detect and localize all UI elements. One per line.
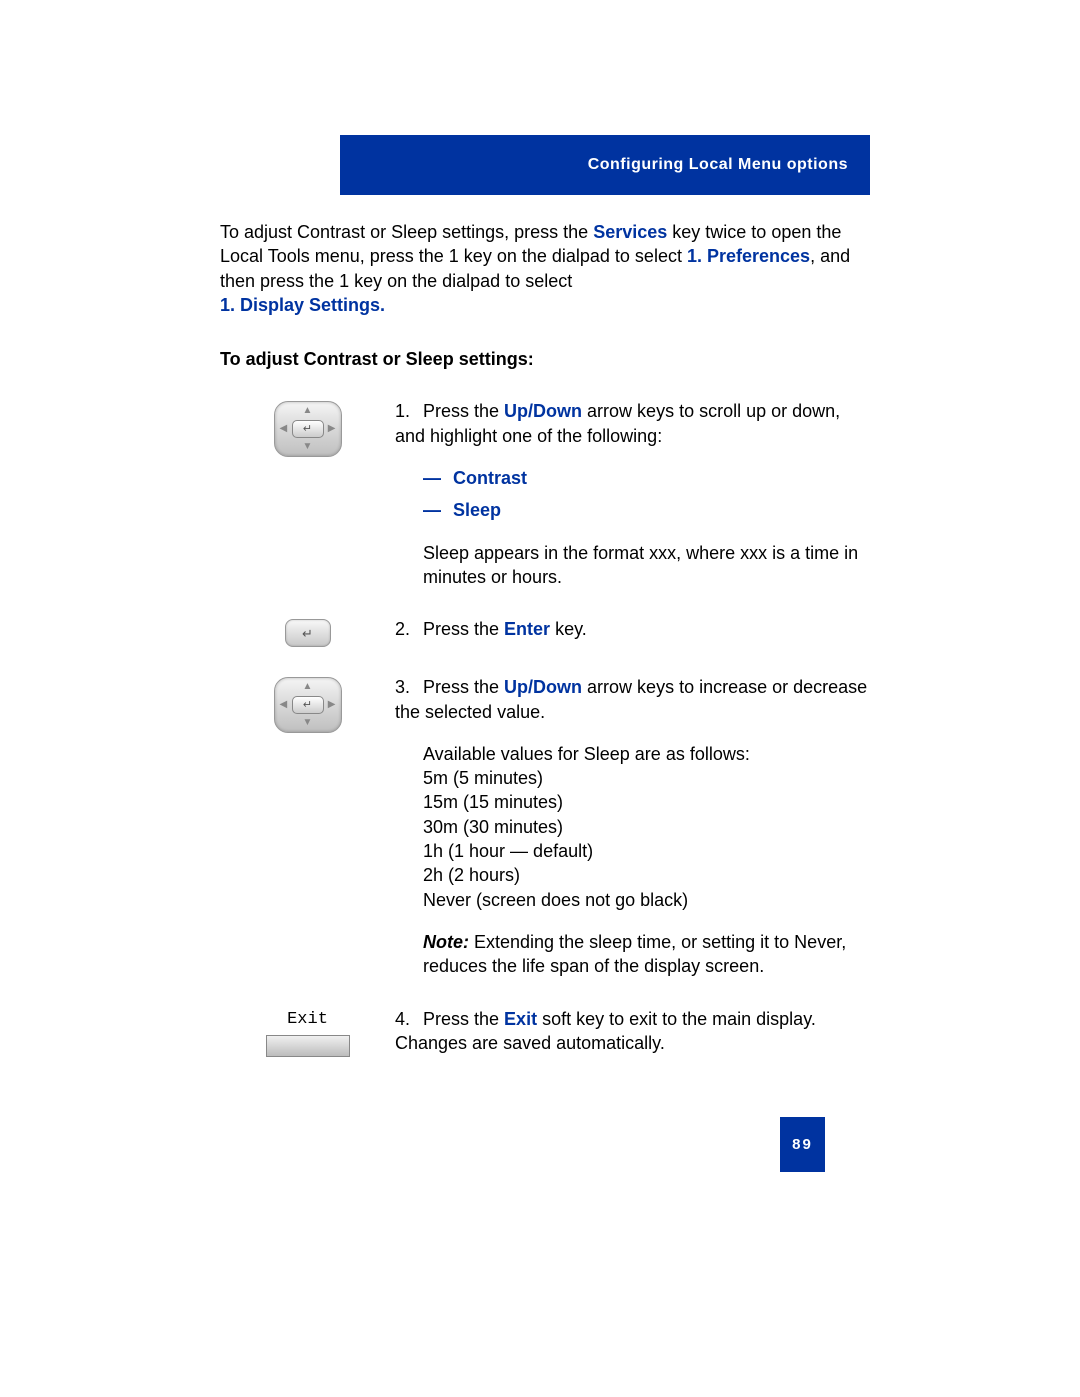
step-text: 2.Press the Enter key.	[395, 617, 870, 641]
sleep-value: 15m (15 minutes)	[423, 792, 563, 812]
content-area: To adjust Contrast or Sleep settings, pr…	[220, 220, 870, 1057]
exit-softkey-icon: Exit	[263, 1009, 353, 1058]
exit-label: Exit	[504, 1009, 537, 1029]
nav-button-icon: ▲ ▼ ◀ ▶ ↵	[274, 677, 342, 733]
step-number: 2.	[395, 617, 423, 641]
steps-list: ▲ ▼ ◀ ▶ ↵ 1.Press the Up/Down arrow keys…	[220, 399, 870, 1057]
text: Available values for Sleep are as follow…	[423, 744, 750, 764]
step-number: 3.	[395, 675, 423, 699]
services-key-label: Services	[593, 222, 667, 242]
option-sleep: Sleep	[453, 500, 501, 520]
icon-column: Exit	[220, 1007, 395, 1058]
step-row: ↵ 2.Press the Enter key.	[220, 617, 870, 647]
step-text: 4.Press the Exit soft key to exit to the…	[395, 1007, 870, 1056]
text: Sleep appears in the format xxx, where x…	[423, 541, 870, 590]
sleep-value: Never (screen does not go black)	[423, 890, 688, 910]
sleep-value: 5m (5 minutes)	[423, 768, 543, 788]
page-number: 89	[792, 1136, 813, 1153]
step-number: 4.	[395, 1007, 423, 1031]
updown-label: Up/Down	[504, 401, 582, 421]
step-row: ▲ ▼ ◀ ▶ ↵ 3.Press the Up/Down arrow keys…	[220, 675, 870, 978]
preferences-label: 1. Preferences	[687, 246, 810, 266]
icon-column: ↵	[220, 617, 395, 647]
intro-paragraph: To adjust Contrast or Sleep settings, pr…	[220, 220, 870, 317]
text: key.	[550, 619, 587, 639]
arrow-right-icon: ▶	[328, 424, 336, 434]
arrow-right-icon: ▶	[328, 700, 336, 710]
updown-label: Up/Down	[504, 677, 582, 697]
sleep-value: 1h (1 hour — default)	[423, 841, 593, 861]
step-text: 1.Press the Up/Down arrow keys to scroll…	[395, 399, 870, 589]
display-settings-label: 1. Display Settings.	[220, 295, 385, 315]
arrow-up-icon: ▲	[303, 406, 313, 416]
option-contrast: Contrast	[453, 468, 527, 488]
arrow-down-icon: ▼	[303, 718, 313, 728]
arrow-down-icon: ▼	[303, 442, 313, 452]
text: Press the	[423, 619, 504, 639]
step-number: 1.	[395, 399, 423, 423]
enter-label: Enter	[504, 619, 550, 639]
step-row: Exit 4.Press the Exit soft key to exit t…	[220, 1007, 870, 1058]
arrow-left-icon: ◀	[280, 700, 288, 710]
dash: —	[423, 466, 453, 490]
arrow-left-icon: ◀	[280, 424, 288, 434]
text: Press the	[423, 677, 504, 697]
enter-key-icon: ↵	[292, 420, 324, 438]
note-text: Extending the sleep time, or setting it …	[423, 932, 846, 976]
enter-key-icon: ↵	[285, 619, 331, 647]
intro-text: To adjust Contrast or Sleep settings, pr…	[220, 222, 593, 242]
softkey-button-icon	[266, 1035, 350, 1057]
arrow-up-icon: ▲	[303, 682, 313, 692]
step-text: 3.Press the Up/Down arrow keys to increa…	[395, 675, 870, 978]
document-page: Configuring Local Menu options To adjust…	[0, 135, 1080, 1252]
sleep-value: 2h (2 hours)	[423, 865, 520, 885]
nav-button-icon: ▲ ▼ ◀ ▶ ↵	[274, 401, 342, 457]
note-label: Note:	[423, 932, 469, 952]
enter-key-icon: ↵	[292, 696, 324, 714]
sleep-value: 30m (30 minutes)	[423, 817, 563, 837]
text: Press the	[423, 401, 504, 421]
dash: —	[423, 498, 453, 522]
page-number-box: 89	[780, 1117, 825, 1172]
header-title: Configuring Local Menu options	[588, 156, 848, 174]
text: Press the	[423, 1009, 504, 1029]
header-bar: Configuring Local Menu options	[340, 135, 870, 195]
step-row: ▲ ▼ ◀ ▶ ↵ 1.Press the Up/Down arrow keys…	[220, 399, 870, 589]
icon-column: ▲ ▼ ◀ ▶ ↵	[220, 399, 395, 457]
procedure-heading: To adjust Contrast or Sleep settings:	[220, 347, 870, 371]
icon-column: ▲ ▼ ◀ ▶ ↵	[220, 675, 395, 733]
exit-key-label: Exit	[287, 1009, 328, 1032]
option-list: —Contrast —Sleep	[423, 466, 870, 523]
